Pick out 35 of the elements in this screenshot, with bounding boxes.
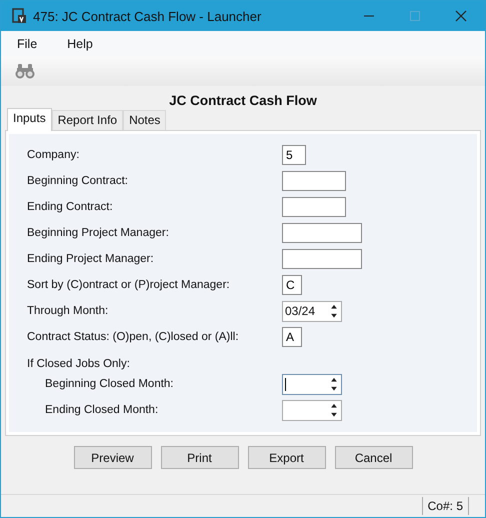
field-label: Beginning Closed Month: bbox=[45, 378, 174, 390]
close-icon[interactable] bbox=[455, 10, 467, 22]
field-label: Ending Project Manager: bbox=[27, 253, 155, 265]
input-field[interactable]: C bbox=[282, 275, 302, 295]
input-field[interactable]: 5 bbox=[282, 145, 306, 165]
input-field[interactable] bbox=[282, 171, 346, 191]
field-label: Beginning Contract: bbox=[27, 175, 130, 187]
section-label: If Closed Jobs Only: bbox=[27, 358, 131, 371]
tab[interactable]: Report Info bbox=[52, 110, 124, 130]
window-title: 475: JC Contract Cash Flow - Launcher bbox=[33, 8, 262, 24]
input-field[interactable] bbox=[282, 249, 362, 269]
menu-item[interactable]: Help bbox=[61, 36, 99, 50]
month-spinner[interactable]: 03/24 bbox=[282, 300, 342, 322]
report-heading: JC Contract Cash Flow bbox=[168, 93, 318, 108]
company-indicator: Co#: 5 bbox=[422, 497, 469, 515]
field-label: Company: bbox=[27, 149, 80, 161]
input-field[interactable] bbox=[282, 197, 346, 217]
button[interactable]: Preview bbox=[74, 446, 152, 469]
button[interactable]: Cancel bbox=[334, 446, 412, 469]
menu-item[interactable]: File bbox=[11, 36, 44, 50]
button[interactable]: Export bbox=[248, 446, 326, 469]
field-label: Ending Contract: bbox=[27, 201, 114, 213]
tab[interactable]: Notes bbox=[123, 110, 166, 130]
field-label: Beginning Project Manager: bbox=[27, 227, 170, 239]
tab[interactable]: Inputs bbox=[7, 108, 52, 131]
field-label: Ending Closed Month: bbox=[45, 404, 160, 416]
month-spinner[interactable] bbox=[282, 374, 342, 394]
button[interactable]: Print bbox=[160, 446, 238, 469]
field-label: Contract Status: (O)pen, (C)losed or (A)ll: bbox=[27, 331, 240, 343]
input-field[interactable]: A bbox=[282, 327, 302, 347]
input-field[interactable] bbox=[282, 223, 362, 243]
binoculars-icon[interactable] bbox=[15, 63, 35, 79]
field-label: Through Month: bbox=[27, 305, 110, 317]
field-label: Sort by (C)ontract or (P)roject Manager: bbox=[27, 279, 231, 291]
app-icon bbox=[11, 8, 27, 24]
